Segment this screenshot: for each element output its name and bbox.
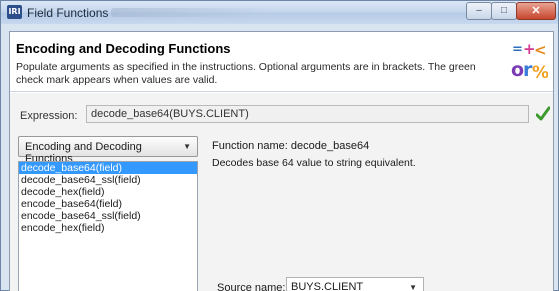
title-bar-blurred-area [111,8,271,17]
function-name-row: Function name: decode_base64 [212,140,369,152]
function-list-item[interactable]: decode_base64_ssl(field) [19,174,197,186]
function-name-value: decode_base64 [290,140,370,152]
dialog-content: Encoding and Decoding Functions Populate… [9,31,554,291]
source-name-label: Source name: [217,282,286,291]
close-button[interactable]: ✕ [516,2,556,20]
category-dropdown[interactable]: Encoding and Decoding Functions ▼ [18,136,198,165]
function-list-item[interactable]: encode_base64(field) [19,198,197,210]
function-description: Decodes base 64 value to string equivale… [212,157,416,169]
expression-label: Expression: [20,110,78,122]
function-list-item[interactable]: encode_hex(field) [19,222,197,234]
dialog-description: Populate arguments as specified in the i… [16,61,476,86]
minimize-button[interactable]: – [466,2,492,20]
svg-text:%: % [532,63,548,82]
source-name-dropdown[interactable]: BUYS.CLIENT ▼ [286,277,424,291]
source-name-value: BUYS.CLIENT [291,281,364,291]
dialog-title: Encoding and Decoding Functions [16,41,231,56]
functions-logo-icon: = + < o r % [511,40,548,82]
title-bar[interactable]: IRI Field Functions – □ ✕ [1,1,558,24]
function-name-label: Function name: [212,140,288,152]
function-list-item[interactable]: decode_base64(field) [19,162,197,174]
check-icon [536,106,550,121]
expression-field[interactable]: decode_base64(BUYS.CLIENT) [86,105,529,123]
dropdown-arrow-icon: ▼ [409,283,417,291]
svg-text:=: = [512,42,523,57]
function-list[interactable]: decode_base64(field) decode_base64_ssl(fi… [18,161,198,291]
app-icon: IRI [7,5,22,19]
maximize-button[interactable]: □ [491,2,517,20]
window-title: Field Functions [27,6,109,20]
svg-text:<: < [534,41,547,59]
dialog-body: Expression: decode_base64(BUYS.CLIENT) E… [10,93,553,291]
dropdown-arrow-icon: ▼ [183,142,191,151]
dialog-header: Encoding and Decoding Functions Populate… [10,32,553,92]
function-list-item[interactable]: decode_hex(field) [19,186,197,198]
function-list-item[interactable]: encode_base64_ssl(field) [19,210,197,222]
field-functions-window: IRI Field Functions – □ ✕ Encoding and D… [0,0,559,291]
